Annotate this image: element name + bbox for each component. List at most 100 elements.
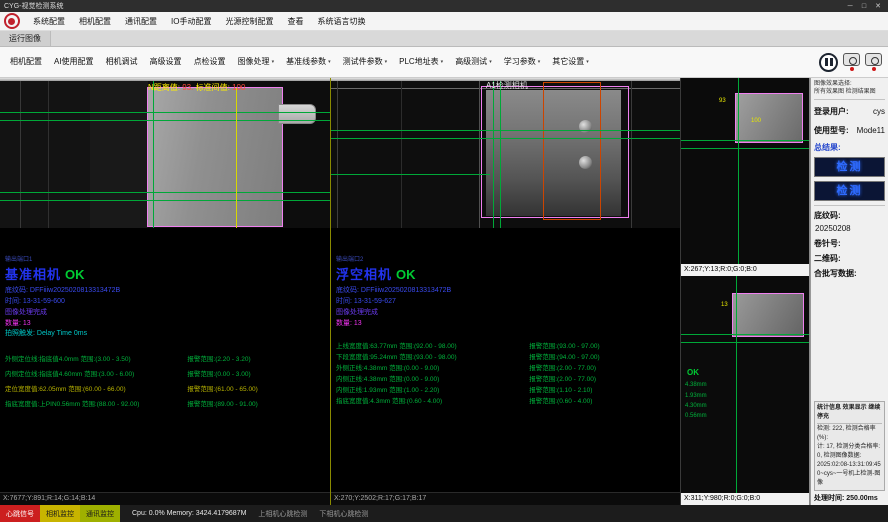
delay-line: 拍照触发: Delay Time 0ms bbox=[5, 329, 325, 340]
pixel-coords-preview-top: X:267;Y:13;R:0;G:0;B:0 bbox=[681, 264, 809, 276]
measurement-row: 下段宽度值:95.24mm 范围:(93.00 - 98.00) 报警范围:(9… bbox=[336, 352, 675, 363]
connector-part bbox=[278, 104, 316, 124]
heartbeat-badge: 心跳信号 bbox=[0, 505, 40, 522]
pixel-coords-benchmark: X:7677;Y:891;R:14;G:14;B:14 bbox=[0, 492, 330, 505]
menu-item[interactable]: 通讯配置 bbox=[118, 12, 164, 31]
menu-item[interactable]: IO手动配置 bbox=[164, 12, 218, 31]
maximize-button[interactable]: □ bbox=[858, 3, 870, 10]
camera-title-row: 浮空相机 OK bbox=[336, 264, 675, 283]
window-controls: ─ □ ✕ bbox=[844, 2, 884, 10]
measurement-value: 外侧定位线:指底值4.0mm 范围:(3.00 - 3.50) bbox=[5, 352, 187, 367]
batch-label: 合批写数据: bbox=[814, 268, 885, 279]
menu-item[interactable]: 光源控制配置 bbox=[218, 12, 280, 31]
guide-line-h bbox=[0, 112, 330, 113]
menu-item[interactable]: 系统语言切换 bbox=[310, 12, 372, 31]
toolbar-item[interactable]: 其它设置 bbox=[546, 47, 595, 77]
count-line: 数量: 13 bbox=[336, 319, 675, 330]
structure-edge-line bbox=[337, 78, 338, 228]
tab-strip: 运行图像 bbox=[0, 31, 888, 47]
guide-line-v bbox=[493, 78, 494, 228]
a1-result-panel: 输出端口2 浮空相机 OK 底纹码: DFFiiiw20250208133134… bbox=[331, 228, 680, 492]
pause-button[interactable] bbox=[819, 53, 838, 72]
image-top-strip bbox=[0, 78, 330, 81]
app-logo-icon bbox=[4, 13, 20, 29]
toolbar-item[interactable]: 相机调试 bbox=[100, 47, 144, 77]
toolbar-item[interactable]: 高级设置 bbox=[144, 47, 188, 77]
stats-line: 2025:02:08-13:31:09:45 bbox=[817, 461, 882, 470]
standard-value: 100 bbox=[232, 83, 245, 92]
barcode-line: 底纹码: DFFiiiw2025020813313472B bbox=[5, 286, 325, 297]
output-port-label: 输出端口2 bbox=[336, 254, 675, 263]
guide-line-h bbox=[0, 192, 330, 193]
lower-camera-heartbeat: 下相机心跳检测 bbox=[313, 505, 374, 522]
measurement-value: 下段宽度值:95.24mm 范围:(93.00 - 98.00) bbox=[336, 352, 529, 363]
alarm-range: 报警范围:(89.00 - 91.00) bbox=[187, 397, 325, 412]
preview-column: 93 100 X:267;Y:13;R:0;G:0;B:0 13 OK bbox=[681, 78, 810, 505]
preview-measure-line: 4.38mm bbox=[685, 380, 707, 390]
roi-box-pink bbox=[735, 93, 803, 143]
pause-bar-icon bbox=[830, 58, 833, 66]
camera-status-dot-1 bbox=[850, 67, 854, 71]
camera-button-1[interactable] bbox=[843, 53, 860, 66]
guide-line-v bbox=[500, 78, 501, 228]
login-value: cys bbox=[873, 107, 885, 116]
measurement-rows: 上线宽度值:63.77mm 范围:(92.00 - 98.00) 报警范围:(9… bbox=[336, 341, 675, 407]
preview-bottom: 13 OK 4.38mm 1.93mm 4.30mm 0.56mm bbox=[681, 276, 809, 505]
roi-box-orange bbox=[543, 82, 601, 220]
measurement-row: 定位宽度值:62.05mm 范围:(60.00 - 66.00) 报警范围:(6… bbox=[5, 382, 325, 397]
preview-measure-line: 4.30mm bbox=[685, 401, 707, 411]
code-value: 20250208 bbox=[815, 224, 885, 233]
effect-select-options[interactable]: 所有效果图 检测结果图 bbox=[814, 88, 885, 96]
toolbar-item[interactable]: 点检设置 bbox=[188, 47, 232, 77]
preview-annotation: 100 bbox=[751, 118, 761, 124]
structure-edge-line bbox=[631, 78, 632, 228]
total-result-label: 总结果: bbox=[814, 142, 885, 153]
camera-toggle-1 bbox=[843, 53, 860, 71]
stats-line: 0, 检测图像数据: bbox=[817, 452, 882, 461]
guide-line-h bbox=[0, 200, 330, 201]
menu-item[interactable]: 系统配置 bbox=[26, 12, 72, 31]
measurement-value: 内侧正线:4.38mm 范围:(0.00 - 9.00) bbox=[336, 374, 529, 385]
benchmark-camera-image[interactable]: N距离值: 93. 标准间值: 100 bbox=[0, 78, 330, 228]
toolbar-item[interactable]: AI使用配置 bbox=[48, 47, 100, 77]
toolbar-item[interactable]: PLC地址表 bbox=[393, 47, 449, 77]
toolbar-item[interactable]: 高级测试 bbox=[449, 47, 498, 77]
time-line: 时间: 13-31-59-600 bbox=[5, 297, 325, 308]
a1-camera-image[interactable]: A1检测相机 bbox=[331, 78, 680, 228]
structure-edge-line bbox=[20, 78, 21, 228]
close-button[interactable]: ✕ bbox=[872, 2, 884, 10]
toolbar-item[interactable]: 基准线参数 bbox=[280, 47, 337, 77]
camera-monitor-badge: 相机监控 bbox=[40, 505, 80, 522]
measure-line-yellow bbox=[236, 88, 237, 228]
guide-line-h bbox=[331, 130, 680, 131]
minimize-button[interactable]: ─ bbox=[844, 3, 856, 10]
measurement-row: 指底宽度值:4.3mm 范围:(0.60 - 4.00) 报警范围:(0.60 … bbox=[336, 396, 675, 407]
menu-item[interactable]: 相机配置 bbox=[72, 12, 118, 31]
stats-tabs[interactable]: 统计信息 效果显示 继续停充 bbox=[817, 404, 882, 424]
divider bbox=[814, 205, 885, 206]
menu-item[interactable]: 查看 bbox=[280, 12, 310, 31]
tab-run-image[interactable]: 运行图像 bbox=[0, 31, 51, 46]
toolbar-item[interactable]: 测试件参数 bbox=[337, 47, 394, 77]
guide-line-v bbox=[153, 78, 154, 228]
measurement-value: 内侧正线:1.93mm 范围:(1.00 - 2.20) bbox=[336, 385, 529, 396]
pixel-coords-a1: X:270;Y:2502;R:17;G:17;B:17 bbox=[331, 492, 680, 505]
camera-button-2[interactable] bbox=[865, 53, 882, 66]
camera-view-a1: A1检测相机 输出端口2 浮空相机 OK 底纹码: DFFiiiw2025020… bbox=[331, 78, 681, 505]
toolbar-item[interactable]: 图像处理 bbox=[232, 47, 281, 77]
image-effect-select[interactable]: 图像效果选择: 所有效果图 检测结果图 bbox=[814, 80, 885, 100]
toolbar-item[interactable]: 相机配置 bbox=[4, 47, 48, 77]
measurement-row: 内侧定位线:指底值4.60mm 范围:(3.00 - 6.00) 报警范围:(0… bbox=[5, 367, 325, 382]
measurement-rows: 外侧定位线:指底值4.0mm 范围:(3.00 - 3.50) 报警范围:(2.… bbox=[5, 352, 325, 412]
preview-bottom-image[interactable]: 13 OK 4.38mm 1.93mm 4.30mm 0.56mm bbox=[681, 276, 809, 493]
toolbar-item[interactable]: 学习参数 bbox=[498, 47, 547, 77]
structure-edge-line bbox=[48, 78, 49, 228]
model-value: Mode11 bbox=[857, 126, 885, 135]
toolbar-controls bbox=[819, 53, 888, 72]
pause-bar-icon bbox=[825, 58, 828, 66]
camera-title: 基准相机 bbox=[5, 264, 61, 283]
preview-top-image[interactable]: 93 100 bbox=[681, 78, 809, 264]
guide-line-v bbox=[738, 78, 739, 264]
guide-line-h bbox=[681, 140, 809, 141]
structure-edge-line bbox=[401, 78, 402, 228]
